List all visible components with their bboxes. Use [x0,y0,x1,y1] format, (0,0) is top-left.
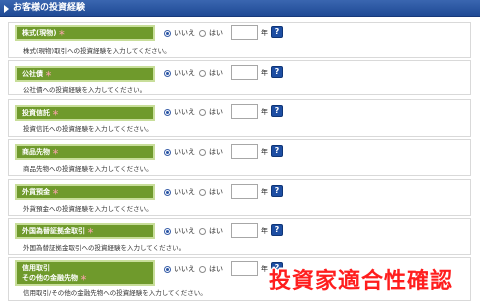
years-input[interactable] [231,25,258,40]
years-input[interactable] [231,261,258,276]
required-mark: ＊ [58,29,66,37]
triangle-right-icon [4,5,9,13]
item-hint: 外貨預金への投資経験を入力してください。 [23,205,153,213]
radio-yes[interactable] [199,149,206,156]
radio-yes[interactable] [199,266,206,273]
overlay-caption: 投資家適合性確認 [269,269,454,294]
item-label-box: 信用取引 その他の金融先物＊ [15,260,155,286]
item-label: 信用取引 [22,264,50,272]
help-icon[interactable]: ? [271,26,283,38]
radio-yes-label: はい [209,69,223,77]
radio-no-label: いいえ [174,29,195,37]
required-mark: ＊ [52,109,59,117]
help-icon[interactable]: ? [271,224,283,236]
item-label-box: 株式(現物) ＊ [15,25,155,41]
help-icon[interactable]: ? [271,66,283,78]
years-input[interactable] [231,65,258,80]
radio-no[interactable] [164,109,171,116]
radio-yes-label: はい [209,148,223,156]
radio-no-label: いいえ [174,108,195,116]
radio-no[interactable] [164,228,171,235]
item-label-box: 商品先物＊ [15,144,155,160]
item-label-box: 外貨預金＊ [15,184,155,200]
years-input[interactable] [231,104,258,119]
radio-yes[interactable] [199,70,206,77]
year-unit-label: 年 [261,188,268,196]
item-hint: 公社債への投資経験を入力してください。 [23,86,147,94]
item-panel-bonds: 公社債＊ いいえ はい 年 ? 公社債への投資経験を入力してください。 [8,60,471,95]
item-hint: 商品先物への投資経験を入力してください。 [23,165,153,173]
required-mark: ＊ [80,274,87,282]
years-input[interactable] [231,144,258,159]
item-label-box: 公社債＊ [15,66,155,82]
section-header: お客様の投資経験 [0,0,480,17]
item-hint: 投資信託への投資経験を入力してください。 [23,125,153,133]
radio-no-label: いいえ [174,69,195,77]
item-label: 外国為替証拠金取引 [22,227,85,235]
radio-no[interactable] [164,30,171,37]
item-label: 外貨預金 [22,188,50,196]
year-unit-label: 年 [261,69,268,77]
item-panel-fx-deposits: 外貨預金＊ いいえ はい 年 ? 外貨預金への投資経験を入力してください。 [8,179,471,216]
radio-yes-label: はい [209,188,223,196]
year-unit-label: 年 [261,108,268,116]
item-panel-funds: 投資信託＊ いいえ はい 年 ? 投資信託への投資経験を入力してください。 [8,99,471,137]
help-icon[interactable]: ? [271,145,283,157]
radio-yes-label: はい [209,29,223,37]
required-mark: ＊ [52,148,59,156]
year-unit-label: 年 [261,227,268,235]
item-label: 商品先物 [22,148,50,156]
section-title: お客様の投資経験 [13,3,86,13]
radio-no[interactable] [164,70,171,77]
help-icon[interactable]: ? [271,105,283,117]
radio-yes[interactable] [199,228,206,235]
item-panel-commodities: 商品先物＊ いいえ はい 年 ? 商品先物への投資経験を入力してください。 [8,139,471,176]
years-input[interactable] [231,223,258,238]
year-unit-label: 年 [261,29,268,37]
required-mark: ＊ [52,188,59,196]
radio-no-label: いいえ [174,227,195,235]
year-unit-label: 年 [261,148,268,156]
radio-yes[interactable] [199,109,206,116]
years-input[interactable] [231,184,258,199]
item-panel-fx-margin: 外国為替証拠金取引＊ いいえ はい 年 ? 外国為替証拠金取引への投資経験を入力… [8,218,471,255]
radio-no[interactable] [164,266,171,273]
item-panel-stocks: 株式(現物) ＊ いいえ はい 年 ? 株式(現物)取引への投資経験を入力してくだ… [8,22,471,58]
radio-yes-label: はい [209,265,223,273]
radio-yes[interactable] [199,30,206,37]
item-hint: 株式(現物)取引への投資経験を入力してください。 [23,47,171,55]
help-icon[interactable]: ? [271,185,283,197]
radio-yes-label: はい [209,108,223,116]
radio-no-label: いいえ [174,188,195,196]
item-hint: 外国為替証拠金取引への投資経験を入力してください。 [23,244,186,252]
item-label: 株式(現物) [22,29,57,37]
radio-no[interactable] [164,189,171,196]
item-label: 投資信託 [22,109,50,117]
item-label: 公社債 [22,70,43,78]
required-mark: ＊ [87,227,94,235]
radio-no-label: いいえ [174,148,195,156]
item-label-box: 外国為替証拠金取引＊ [15,223,155,239]
radio-no-label: いいえ [174,265,195,273]
radio-yes-label: はい [209,227,223,235]
radio-no[interactable] [164,149,171,156]
item-label-line2: その他の金融先物 [22,274,78,282]
item-label-box: 投資信託＊ [15,105,155,121]
item-hint: 信用取引/その他の金融先物への投資経験を入力してください。 [23,289,207,297]
radio-yes[interactable] [199,189,206,196]
year-unit-label: 年 [261,265,268,273]
required-mark: ＊ [45,70,52,78]
